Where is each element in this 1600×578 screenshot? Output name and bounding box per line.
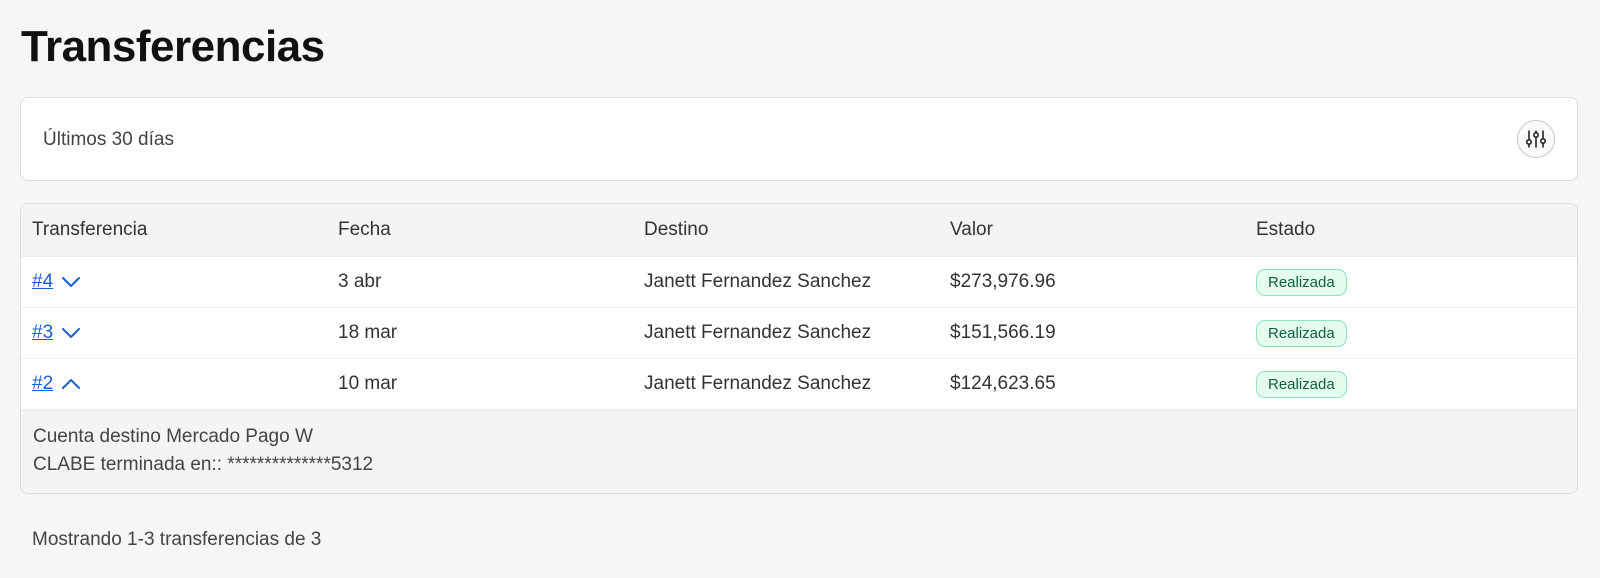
table-row: #4 3 abr Janett Fernandez Sanchez $273,9… bbox=[21, 256, 1577, 307]
chevron-up-icon[interactable] bbox=[61, 378, 81, 390]
column-header-date: Fecha bbox=[338, 219, 391, 240]
transfer-detail-panel: Cuenta destino Mercado Pago W CLABE term… bbox=[21, 410, 1577, 493]
transfer-destination: Janett Fernandez Sanchez bbox=[644, 271, 872, 292]
column-header-status: Estado bbox=[1256, 219, 1316, 240]
transfer-date: 10 mar bbox=[338, 373, 398, 394]
transfer-id-link[interactable]: #3 bbox=[32, 322, 53, 344]
column-header-amount: Valor bbox=[950, 219, 993, 240]
transfers-page: Transferencias Últimos 30 días Transfere… bbox=[0, 0, 1600, 578]
transfer-id-link[interactable]: #2 bbox=[32, 373, 53, 395]
table-header: Transferencia Fecha Destino Valor Estado bbox=[21, 204, 1577, 256]
pagination-summary: Mostrando 1-3 transferencias de 3 bbox=[32, 529, 322, 550]
transfer-date: 18 mar bbox=[338, 322, 398, 343]
date-filter-bar[interactable]: Últimos 30 días bbox=[20, 97, 1578, 181]
table-row-expanded: #2 10 mar Janett Fernandez Sanchez $124,… bbox=[21, 358, 1577, 409]
transfer-amount: $124,623.65 bbox=[950, 373, 1056, 394]
status-badge: Realizada bbox=[1256, 319, 1347, 347]
status-badge: Realizada bbox=[1256, 268, 1347, 296]
transfers-table: Transferencia Fecha Destino Valor Estado… bbox=[20, 203, 1578, 494]
table-row: #3 18 mar Janett Fernandez Sanchez $151,… bbox=[21, 307, 1577, 358]
detail-clabe: CLABE terminada en:: **************5312 bbox=[33, 454, 374, 475]
date-range-label: Últimos 30 días bbox=[43, 129, 174, 150]
transfer-destination: Janett Fernandez Sanchez bbox=[644, 322, 872, 343]
chevron-down-icon[interactable] bbox=[61, 276, 81, 288]
chevron-down-icon[interactable] bbox=[61, 327, 81, 339]
detail-destination-account: Cuenta destino Mercado Pago W bbox=[33, 426, 313, 447]
filter-settings-button[interactable] bbox=[1517, 120, 1555, 158]
column-header-transfer: Transferencia bbox=[32, 219, 148, 240]
status-badge: Realizada bbox=[1256, 370, 1347, 398]
transfer-amount: $151,566.19 bbox=[950, 322, 1056, 343]
transfer-amount: $273,976.96 bbox=[950, 271, 1056, 292]
transfer-date: 3 abr bbox=[338, 271, 382, 292]
sliders-icon bbox=[1525, 130, 1547, 148]
transfer-id-link[interactable]: #4 bbox=[32, 271, 53, 293]
column-header-destination: Destino bbox=[644, 219, 709, 240]
page-title: Transferencias bbox=[21, 22, 325, 71]
transfer-destination: Janett Fernandez Sanchez bbox=[644, 373, 872, 394]
